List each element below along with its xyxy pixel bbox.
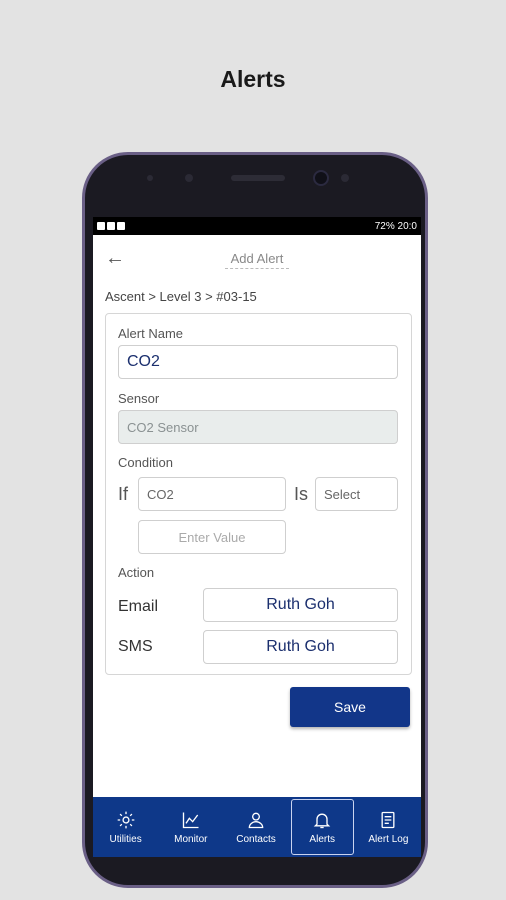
app-icon: [117, 222, 125, 230]
nav-label: Alerts: [309, 833, 335, 845]
nav-item-monitor[interactable]: Monitor: [160, 799, 221, 855]
user-icon: [248, 812, 264, 828]
earpiece-speaker: [231, 175, 285, 181]
phone-frame: 72% 20:0 ← Add Alert Ascent > Level 3 > …: [82, 152, 428, 888]
front-camera: [313, 170, 329, 186]
notification-icons: [97, 222, 125, 230]
sensor-dot: [185, 174, 193, 182]
alert-name-input[interactable]: CO2: [118, 345, 398, 379]
nav-label: Alert Log: [368, 833, 409, 845]
sensor-dot: [147, 175, 153, 181]
log-icon: [381, 811, 395, 828]
nav-label: Monitor: [174, 833, 208, 845]
nav-item-alerts[interactable]: Alerts: [290, 799, 354, 855]
gear-icon: [117, 811, 134, 828]
notification-icon: [97, 222, 105, 230]
app-screen: 72% 20:0 ← Add Alert Ascent > Level 3 > …: [93, 217, 421, 857]
sensor-field: CO2 Sensor: [118, 410, 398, 444]
nav-item-contacts[interactable]: Contacts: [225, 799, 286, 855]
operator-select[interactable]: Select: [315, 477, 398, 511]
sensor-dot: [341, 174, 349, 182]
youtube-icon: [107, 222, 115, 230]
email-recipient-field[interactable]: Ruth Goh: [203, 588, 398, 622]
page-title: Alerts: [220, 66, 286, 92]
top-bar: ← Add Alert: [93, 235, 421, 281]
condition-parameter-input[interactable]: CO2: [138, 477, 286, 511]
chart-line-icon: [182, 812, 199, 828]
value-input[interactable]: Enter Value: [138, 520, 286, 554]
status-bar: 72% 20:0: [93, 217, 421, 235]
status-right: 72% 20:0: [374, 220, 417, 232]
nav-item-utilities[interactable]: Utilities: [95, 799, 156, 855]
is-label: Is: [294, 484, 309, 504]
screen-title: Add Alert: [93, 251, 421, 269]
save-button[interactable]: Save: [290, 687, 410, 727]
bell-icon: [313, 813, 331, 828]
sms-recipient-field[interactable]: Ruth Goh: [203, 630, 398, 664]
nav-label: Contacts: [236, 833, 276, 845]
email-label: Email: [118, 598, 159, 615]
sms-label: SMS: [118, 638, 153, 655]
breadcrumb: Ascent > Level 3 > #03-15: [105, 289, 257, 304]
alert-form-card: Alert Name CO2 Sensor CO2 Sensor Conditi…: [105, 313, 412, 675]
nav-item-alert-log[interactable]: Alert Log: [358, 799, 419, 855]
sensor-label: Sensor: [118, 391, 160, 406]
condition-label: Condition: [118, 455, 173, 470]
if-label: If: [118, 484, 129, 504]
nav-label: Utilities: [109, 833, 142, 845]
action-label: Action: [118, 565, 155, 580]
alert-name-label: Alert Name: [118, 326, 184, 341]
bottom-nav: Utilities Monitor Contacts Alerts Alert …: [93, 797, 421, 857]
